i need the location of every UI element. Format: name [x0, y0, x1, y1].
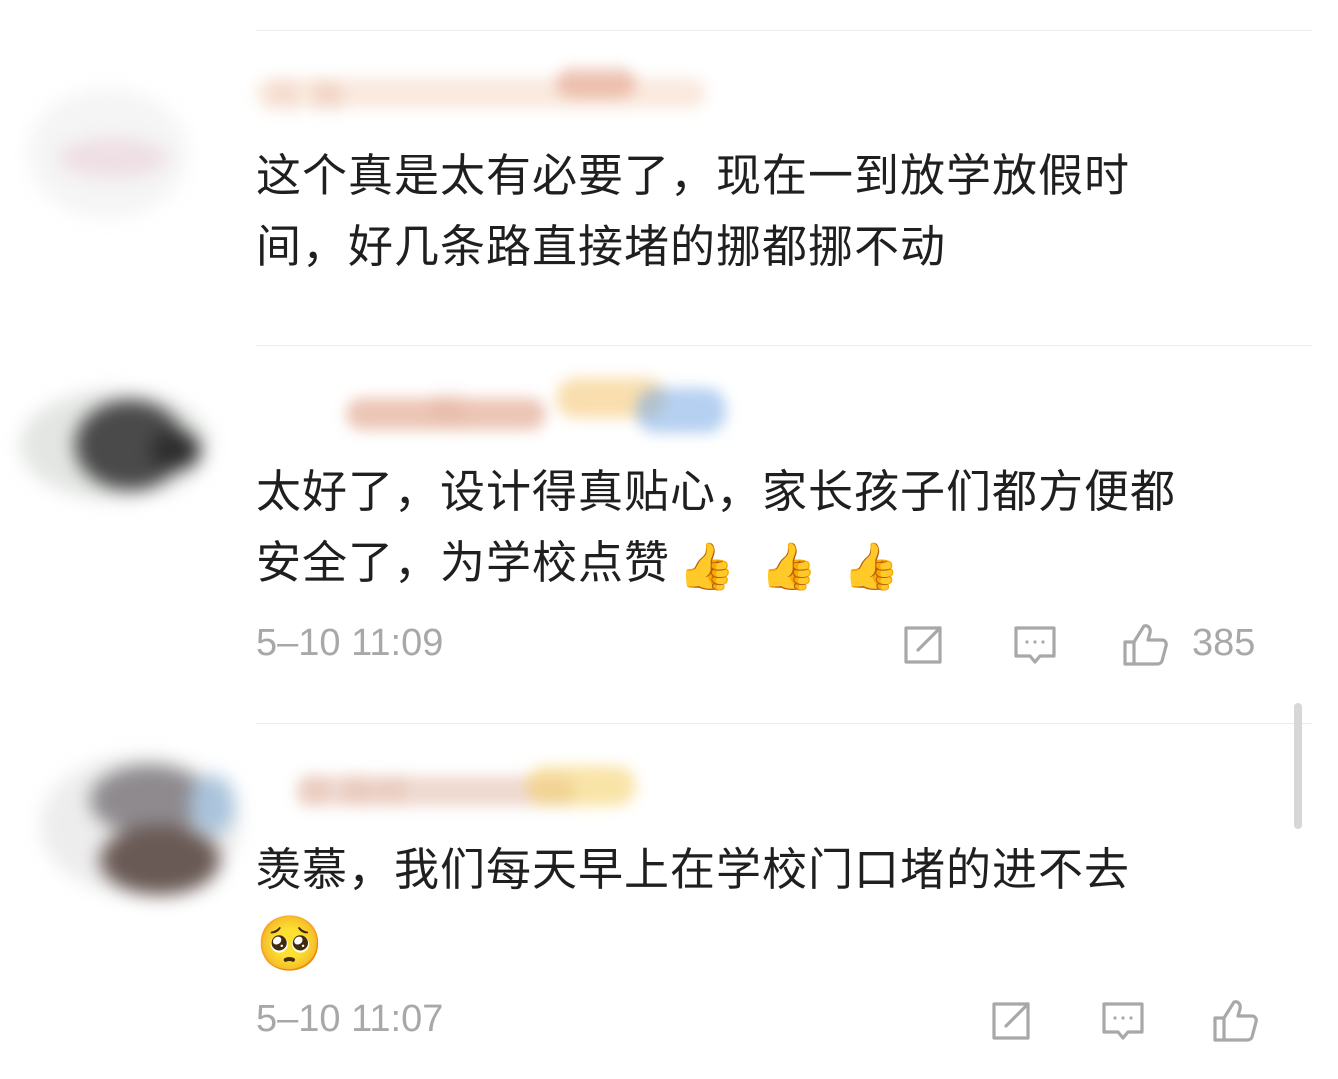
share-button[interactable] — [986, 996, 1036, 1046]
like-count: 385 — [1192, 622, 1256, 664]
comment-text: 羡慕，我们每天早上在学校门口堵的进不去 🥺 — [256, 834, 1130, 976]
comment-line-text: 安全了，为学校点赞 — [256, 536, 671, 589]
username-text: 游 路修 — [296, 772, 409, 812]
divider — [256, 723, 1312, 724]
comment-time: 5–10 11:09 — [256, 622, 444, 664]
comment-line: 间，好几条路直接堵的挪都挪不动 — [256, 220, 947, 273]
comment-line: 安全了，为学校点赞 👍 👍 👍 — [256, 527, 1176, 598]
comment-text: 这个真是太有必要了，现在一到放学放假时 间，好几条路直接堵的挪都挪不动 — [256, 140, 1130, 282]
thumbs-up-emoji: 👍 — [760, 539, 819, 593]
avatar[interactable] — [20, 370, 220, 520]
thumbs-up-icon — [1123, 624, 1168, 666]
comment-button[interactable] — [1010, 620, 1060, 670]
username-text: 阳 — [431, 390, 465, 430]
username-text: 月 舞 — [266, 78, 345, 118]
comment-time: 5–10 11:07 — [256, 998, 444, 1040]
comment-line: 🥺 — [256, 905, 1130, 976]
divider — [256, 345, 1312, 346]
thumbs-up-emoji: 👍 — [678, 539, 737, 593]
username[interactable]: 阳 — [256, 378, 736, 448]
share-icon — [992, 1002, 1030, 1040]
comment-icon — [1102, 1002, 1144, 1040]
thumbs-up-emoji: 👍 — [842, 539, 901, 593]
comment-text: 太好了，设计得真贴心，家长孩子们都方便都 安全了，为学校点赞 👍 👍 👍 — [256, 456, 1176, 598]
comment-line: 太好了，设计得真贴心，家长孩子们都方便都 — [256, 465, 1177, 518]
share-icon — [904, 626, 942, 664]
comment-button[interactable] — [1098, 996, 1148, 1046]
comment-meta: 5–10 11:07 — [256, 998, 1266, 1048]
avatar[interactable] — [28, 78, 198, 228]
comment-line: 羡慕，我们每天早上在学校门口堵的进不去 — [256, 843, 1131, 896]
divider — [256, 30, 1312, 31]
username[interactable]: 游 路修 — [256, 758, 676, 820]
scrollbar[interactable] — [1294, 703, 1302, 829]
pleading-face-emoji: 🥺 — [256, 912, 325, 975]
like-button[interactable] — [1210, 996, 1260, 1046]
avatar[interactable] — [40, 745, 240, 905]
share-button[interactable] — [898, 620, 948, 670]
comment-meta: 5–10 11:09 385 — [256, 622, 1266, 672]
like-button[interactable] — [1120, 620, 1170, 670]
username[interactable]: 月 舞 — [256, 68, 716, 118]
comment-line: 这个真是太有必要了，现在一到放学放假时 — [256, 149, 1131, 202]
thumbs-up-icon — [1213, 1000, 1258, 1042]
comment-icon — [1014, 626, 1056, 664]
